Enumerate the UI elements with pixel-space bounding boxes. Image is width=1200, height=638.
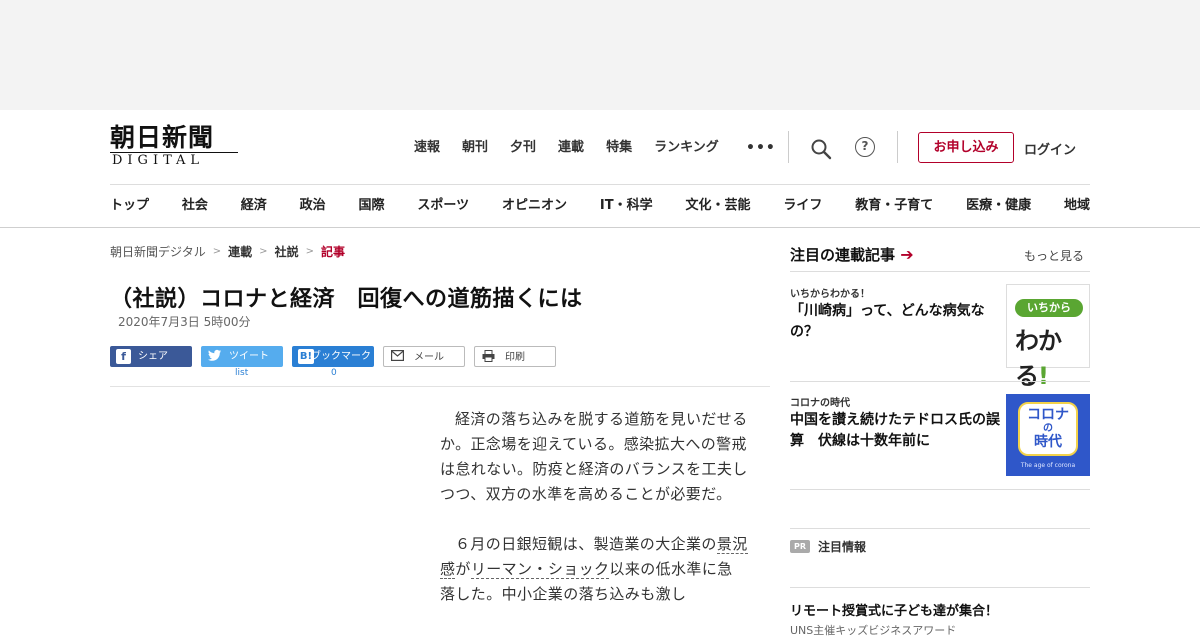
- sidebar-item-kicker: いちからわかる！: [790, 289, 870, 300]
- sidebar-heading[interactable]: 注目の連載記事 ➔: [790, 244, 914, 265]
- sidebar-item-thumbnail[interactable]: コロナ の 時代 The age of corona: [1006, 394, 1090, 476]
- category-nav: トップ 社会 経済 政治 国際 スポーツ オピニオン IT・科学 文化・芸能 ラ…: [110, 197, 1090, 215]
- facebook-share-label: シェア: [138, 351, 168, 362]
- cat-education[interactable]: 教育・子育て: [855, 197, 933, 215]
- sidebar-rule: [790, 381, 1090, 382]
- share-bar: f シェア ツイート B! ブックマーク メール 印刷: [110, 346, 565, 367]
- help-icon[interactable]: ?: [855, 137, 875, 157]
- breadcrumb: 朝日新聞デジタル > 連載 > 社説 > 記事: [110, 243, 345, 260]
- article-paragraph: 経済の落ち込みを脱する道筋を見いだせるか。正念場を迎えている。感染拡大への警戒は…: [440, 410, 748, 503]
- sidebar-rule: [790, 271, 1090, 272]
- breadcrumb-current: 記事: [320, 245, 345, 259]
- header-divider: [788, 131, 789, 163]
- sidebar-more-link[interactable]: もっと見る: [1024, 247, 1084, 264]
- cat-economy[interactable]: 経済: [241, 197, 267, 215]
- pr-item-subtitle: UNS主催キッズビジネスアワード: [790, 624, 957, 637]
- top-nav-yukan[interactable]: 夕刊: [510, 139, 536, 157]
- top-nav-rensai[interactable]: 連載: [558, 139, 584, 157]
- cat-society[interactable]: 社会: [182, 197, 208, 215]
- site-logo[interactable]: 朝日新聞 DIGITAL: [110, 124, 240, 170]
- breadcrumb-home[interactable]: 朝日新聞デジタル: [110, 243, 206, 260]
- pr-item-title[interactable]: リモート授賞式に子ども達が集合！: [790, 600, 998, 619]
- mail-share-label: メール: [414, 352, 444, 363]
- cat-opinion[interactable]: オピニオン: [502, 197, 567, 215]
- cat-top[interactable]: トップ: [110, 197, 149, 215]
- subscribe-button[interactable]: お申し込み: [918, 132, 1014, 163]
- sidebar-item-title[interactable]: 「川崎病」って、どんな病気なの？: [790, 301, 1002, 343]
- hatena-bookmark-button[interactable]: B! ブックマーク: [292, 346, 374, 367]
- breadcrumb-series[interactable]: 連載: [228, 243, 252, 260]
- search-icon[interactable]: [810, 138, 832, 160]
- twitter-share-button[interactable]: ツイート: [201, 346, 283, 367]
- logo-en: DIGITAL: [110, 152, 238, 169]
- article-text: ６月の日銀短観は、製造業の大企業の: [455, 535, 717, 553]
- top-nav-tokushu[interactable]: 特集: [606, 139, 632, 157]
- facebook-share-button[interactable]: f シェア: [110, 346, 192, 367]
- header-divider: [897, 131, 898, 163]
- cat-health[interactable]: 医療・健康: [966, 197, 1031, 215]
- twitter-share-label: ツイート: [229, 351, 269, 362]
- pr-badge: PR: [790, 540, 810, 553]
- mail-share-button[interactable]: メール: [383, 346, 465, 367]
- header-rule: [110, 184, 1090, 185]
- hatena-count[interactable]: 0: [331, 368, 337, 378]
- article-paragraph: ６月の日銀短観は、製造業の大企業の景況感がリーマン・ショック以来の低水準に急落し…: [440, 532, 748, 607]
- arrow-right-icon: ➔: [900, 245, 914, 264]
- breadcrumb-section[interactable]: 社説: [275, 243, 299, 260]
- breadcrumb-sep: >: [212, 246, 222, 257]
- article-title: （社説）コロナと経済 回復への道筋描くには: [110, 287, 583, 312]
- thumbnail-caption: The age of corona: [1020, 462, 1076, 469]
- sidebar-item-kicker: コロナの時代: [790, 398, 850, 409]
- sidebar-item-thumbnail[interactable]: いちから わかる!: [1006, 284, 1090, 390]
- printer-icon: [481, 350, 496, 365]
- thumbnail-badge: いちから: [1015, 299, 1083, 317]
- glossary-link[interactable]: リーマン・ショック: [470, 560, 610, 579]
- article-divider: [110, 386, 770, 387]
- thumbnail-line: の: [1043, 423, 1053, 434]
- more-menu-icon[interactable]: •••: [746, 140, 776, 156]
- sidebar-item-title[interactable]: 中国を讃え続けたテドロス氏の誤算 伏線は十数年前に: [790, 410, 1002, 452]
- cat-sports[interactable]: スポーツ: [417, 197, 469, 215]
- top-nav: 速報 朝刊 夕刊 連載 特集 ランキング: [414, 139, 741, 157]
- twitter-count[interactable]: list: [235, 368, 248, 378]
- top-nav-ranking[interactable]: ランキング: [654, 139, 719, 157]
- cat-international[interactable]: 国際: [359, 197, 385, 215]
- facebook-icon: f: [116, 349, 131, 364]
- cat-politics[interactable]: 政治: [300, 197, 326, 215]
- cat-region[interactable]: 地域: [1064, 197, 1090, 215]
- sidebar-heading-text: 注目の連載記事: [790, 246, 896, 264]
- top-nav-sokuho[interactable]: 速報: [414, 139, 440, 157]
- cat-culture[interactable]: 文化・芸能: [685, 197, 750, 215]
- sidebar-rule: [790, 587, 1090, 588]
- logo-jp: 朝日新聞: [110, 123, 215, 152]
- article-date: 2020年7月3日 5時00分: [118, 315, 251, 329]
- thumbnail-line: 時代: [1034, 434, 1062, 450]
- ad-banner-area: [0, 0, 1200, 110]
- thumbnail-exclaim: !: [1038, 362, 1049, 390]
- twitter-bird-icon: [207, 349, 222, 364]
- breadcrumb-sep: >: [259, 246, 268, 257]
- thumbnail-logo-frame: コロナ の 時代: [1018, 402, 1078, 456]
- breadcrumb-sep: >: [305, 246, 314, 257]
- cat-life[interactable]: ライフ: [783, 197, 822, 215]
- article-body: 経済の落ち込みを脱する道筋を見いだせるか。正念場を迎えている。感染拡大への警戒は…: [440, 407, 748, 632]
- print-label: 印刷: [505, 352, 525, 363]
- pr-header: PR 注目情報: [790, 538, 866, 555]
- login-link[interactable]: ログイン: [1024, 139, 1076, 158]
- mail-icon: [390, 350, 405, 365]
- sidebar-rule: [790, 489, 1090, 490]
- print-button[interactable]: 印刷: [474, 346, 556, 367]
- cat-it-science[interactable]: IT・科学: [600, 197, 653, 215]
- hatena-bookmark-label: ブックマーク: [311, 351, 371, 362]
- top-nav-choukan[interactable]: 朝刊: [462, 139, 488, 157]
- sidebar-rule: [790, 528, 1090, 529]
- pr-label: 注目情報: [818, 540, 867, 554]
- thumbnail-line: コロナ: [1027, 407, 1069, 423]
- article-text: が: [455, 560, 471, 578]
